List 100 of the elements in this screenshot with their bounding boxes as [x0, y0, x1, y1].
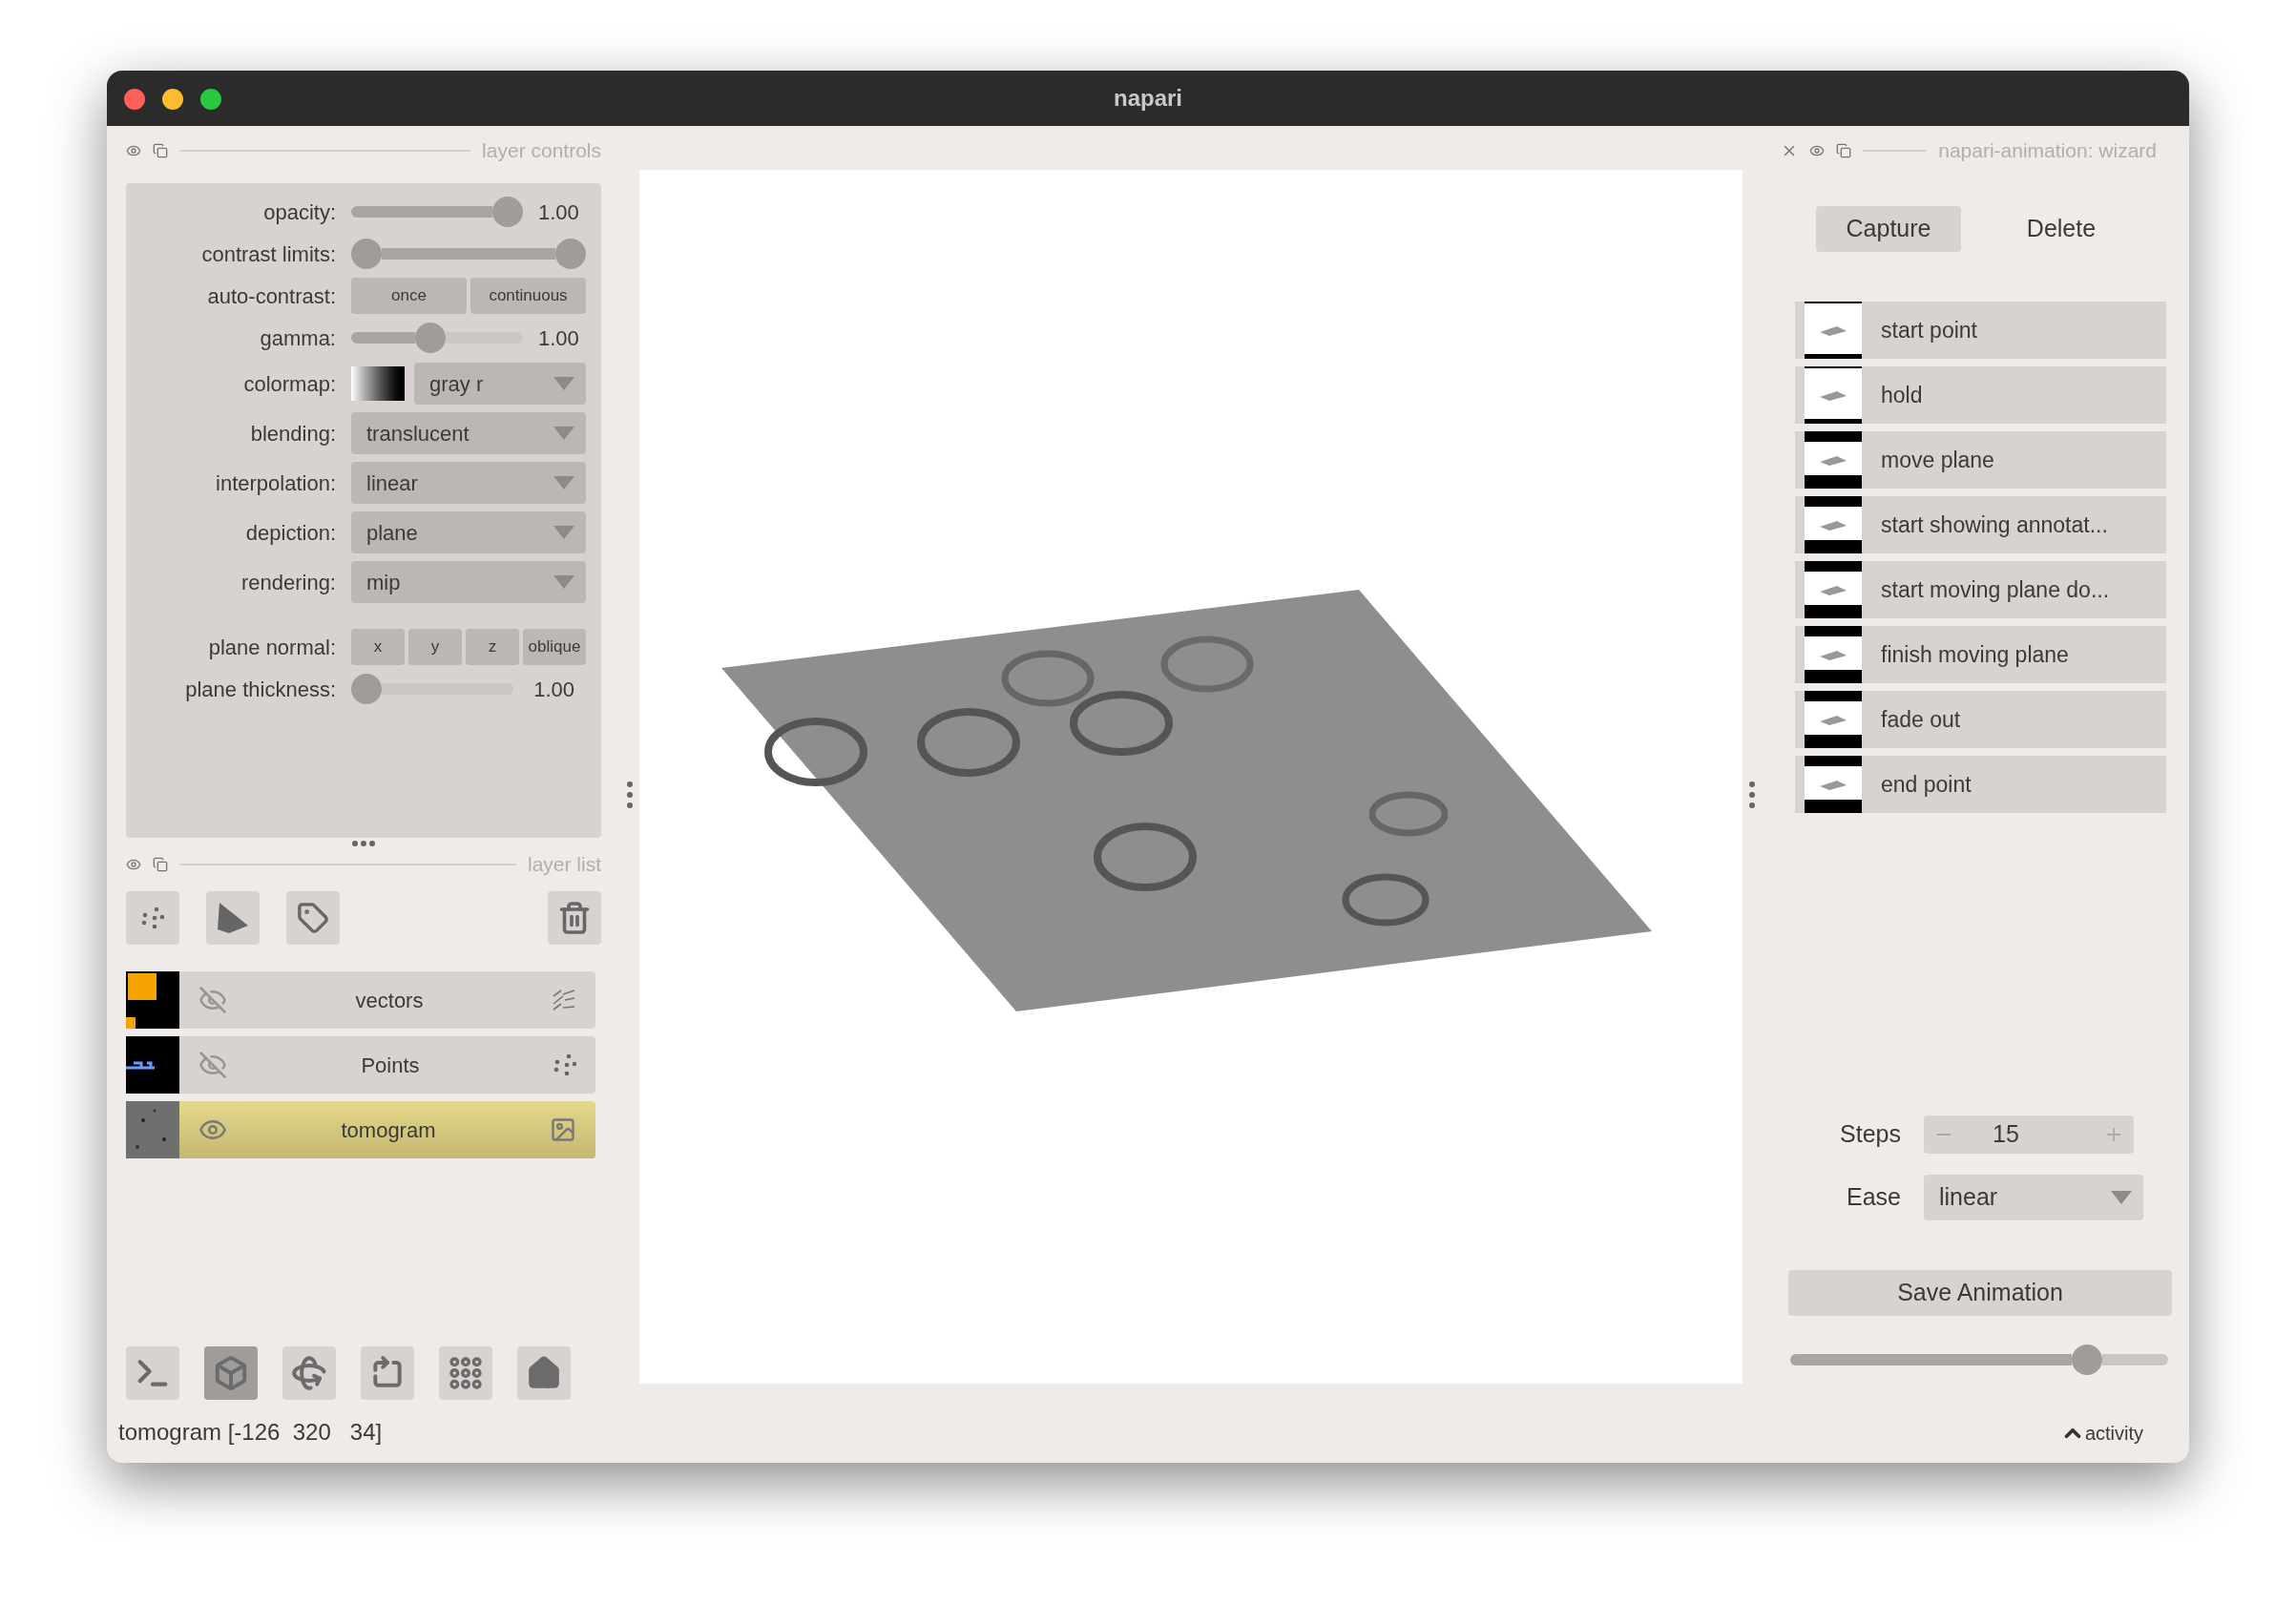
slider-thumb[interactable] — [492, 197, 523, 227]
splitter-handle-icon[interactable] — [1749, 781, 1755, 808]
option-button[interactable]: z — [466, 629, 519, 665]
zoom-window-button[interactable] — [200, 89, 221, 110]
slider-thumb[interactable] — [555, 239, 586, 269]
control-label: contrast limits: — [200, 240, 337, 268]
keyframe-item[interactable]: hold — [1795, 366, 2166, 424]
eye-icon[interactable] — [126, 857, 141, 872]
keyframe-thumbnail — [1805, 496, 1862, 553]
keyframe-item[interactable]: move plane — [1795, 431, 2166, 489]
polygon-icon — [216, 901, 250, 935]
slider-reading: 1.00 — [538, 198, 580, 226]
delete-button[interactable]: Delete — [1999, 206, 2123, 252]
option-button[interactable]: oblique — [523, 629, 586, 665]
frame-slider[interactable] — [1790, 1344, 2168, 1375]
panel-title: layer list — [527, 852, 601, 878]
splitter-handle-icon[interactable] — [627, 781, 633, 808]
capture-button[interactable]: Capture — [1816, 206, 1961, 252]
slider-thumb[interactable] — [2071, 1344, 2102, 1375]
tag-icon — [297, 902, 329, 934]
keyframe-item[interactable]: end point — [1795, 756, 2166, 813]
points-icon — [141, 907, 164, 929]
option-button[interactable]: continuous — [470, 278, 586, 314]
layer-thumbnail — [126, 971, 179, 1029]
value-dropdown[interactable]: linear — [351, 462, 586, 504]
keyframe-item[interactable]: start moving plane do... — [1795, 561, 2166, 618]
value-slider[interactable] — [351, 674, 513, 704]
copy-icon[interactable] — [153, 857, 168, 872]
keyframe-thumbnail — [1805, 691, 1862, 748]
keyframe-thumbnail — [1805, 431, 1862, 489]
keyframe-item[interactable]: finish moving plane — [1795, 626, 2166, 683]
image-icon — [550, 1116, 576, 1143]
dropdown-arrow-icon — [553, 526, 574, 539]
layer-row[interactable]: Points — [126, 1036, 595, 1094]
trash-icon — [557, 901, 592, 935]
dropdown-arrow-icon — [553, 427, 574, 440]
viewer-toolbar-button[interactable] — [204, 1346, 258, 1400]
dropdown-arrow-icon — [553, 377, 574, 390]
control-label: depiction: — [244, 519, 337, 547]
delete-layer-button[interactable] — [548, 891, 601, 945]
steps-label: Steps — [1839, 1119, 1902, 1150]
slider-reading: 1.00 — [538, 324, 580, 352]
value-dropdown[interactable]: translucent — [351, 412, 586, 454]
vectors-icon — [552, 989, 576, 1011]
eye-off-icon[interactable] — [198, 986, 227, 1014]
option-button[interactable]: x — [351, 629, 405, 665]
save-animation-button[interactable]: Save Animation — [1788, 1270, 2172, 1316]
minimize-window-button[interactable] — [162, 89, 183, 110]
panel-title: napari-animation: wizard — [1938, 138, 2157, 164]
viewer-toolbar-button[interactable] — [439, 1346, 492, 1400]
viewer-toolbar-button[interactable] — [361, 1346, 414, 1400]
colormap-swatch — [351, 366, 405, 401]
eye-off-icon[interactable] — [198, 1051, 227, 1079]
value-dropdown[interactable]: mip — [351, 561, 586, 603]
splitter-handle-icon[interactable] — [351, 840, 376, 847]
grid-icon — [447, 1354, 485, 1392]
viewer-toolbar-button[interactable] — [126, 1346, 179, 1400]
slider-thumb[interactable] — [351, 674, 382, 704]
value-slider[interactable] — [351, 323, 523, 353]
control-label: opacity: — [262, 198, 337, 226]
ease-label: Ease — [1846, 1182, 1902, 1213]
viewer-toolbar-button[interactable] — [282, 1346, 336, 1400]
keyframe-item[interactable]: start showing annotat... — [1795, 496, 2166, 553]
ease-dropdown[interactable]: linear — [1924, 1175, 2143, 1220]
eye-icon[interactable] — [1809, 143, 1825, 158]
viewer-canvas[interactable] — [639, 170, 1743, 1384]
copy-icon[interactable] — [1836, 143, 1851, 158]
slider-thumb[interactable] — [351, 239, 382, 269]
control-label: colormap: — [242, 370, 337, 398]
layer-name: Points — [360, 1052, 421, 1079]
slider-reading: 1.00 — [533, 676, 575, 703]
keyframe-thumbnail — [1805, 756, 1862, 813]
range-slider[interactable] — [351, 239, 586, 269]
option-button[interactable]: once — [351, 278, 467, 314]
layer-thumbnail — [126, 1101, 179, 1158]
close-window-button[interactable] — [124, 89, 145, 110]
slider-thumb[interactable] — [414, 323, 446, 353]
keyframe-item[interactable]: start point — [1795, 302, 2166, 359]
rotate-icon — [291, 1355, 327, 1391]
status-text: tomogram [-126 320 34] — [118, 1419, 383, 1445]
value-slider[interactable] — [351, 197, 523, 227]
viewer-toolbar-button[interactable] — [517, 1346, 571, 1400]
keyframe-item[interactable]: fade out — [1795, 691, 2166, 748]
new-labels-layer-button[interactable] — [286, 891, 340, 945]
window-title: napari — [1114, 84, 1182, 113]
new-points-layer-button[interactable] — [126, 891, 179, 945]
new-shapes-layer-button[interactable] — [206, 891, 260, 945]
colormap-dropdown[interactable]: gray r — [414, 363, 586, 405]
home-icon — [526, 1355, 562, 1391]
layer-row[interactable]: vectors — [126, 971, 595, 1029]
value-dropdown[interactable]: plane — [351, 511, 586, 553]
copy-icon[interactable] — [153, 143, 168, 158]
cube-icon — [213, 1355, 249, 1391]
activity-toggle[interactable]: activity — [2084, 1419, 2143, 1448]
dropdown-arrow-icon — [2111, 1191, 2132, 1204]
layer-row[interactable]: tomogram — [126, 1101, 595, 1158]
eye-icon[interactable] — [126, 143, 141, 158]
dropdown-arrow-icon — [553, 575, 574, 589]
slider-track — [2101, 1354, 2168, 1365]
option-button[interactable]: y — [408, 629, 462, 665]
